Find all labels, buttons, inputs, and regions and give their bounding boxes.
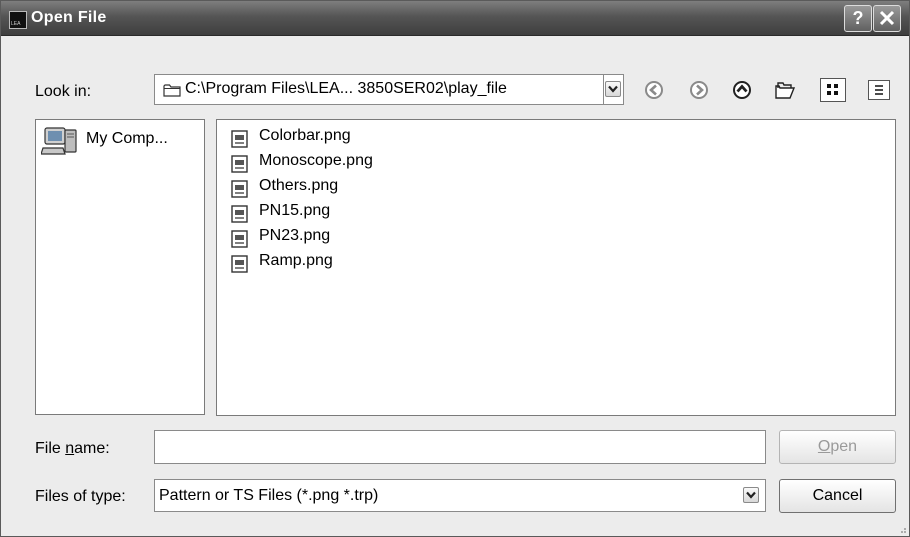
list-view-icon xyxy=(827,84,838,95)
look-in-dropdown-button[interactable] xyxy=(604,74,624,105)
places-item-label: My Comp... xyxy=(86,130,168,147)
file-name-label-part: File xyxy=(35,440,66,457)
open-button-label: pen xyxy=(830,438,858,455)
details-view-button[interactable] xyxy=(868,80,890,100)
view-menu-button[interactable] xyxy=(820,78,846,102)
cancel-button[interactable]: Cancel xyxy=(779,479,896,513)
file-name: Colorbar.png xyxy=(259,127,351,144)
up-folder-icon[interactable] xyxy=(732,80,752,100)
file-name: PN23.png xyxy=(259,227,331,244)
window-title: Open File xyxy=(31,9,107,26)
file-name: Others.png xyxy=(259,177,339,194)
image-file-icon xyxy=(231,130,248,148)
file-name: Ramp.png xyxy=(259,252,333,269)
chevron-down-icon[interactable] xyxy=(743,487,759,503)
resize-grip-icon[interactable] xyxy=(897,524,907,534)
image-file-icon xyxy=(231,155,248,173)
look-in-combo[interactable]: C:\Program Files\LEA... 3850SER02\play_f… xyxy=(154,74,604,105)
file-name: PN15.png xyxy=(259,202,331,219)
file-type-value: Pattern or TS Files (*.png *.trp) xyxy=(159,487,379,504)
image-file-icon xyxy=(231,180,248,198)
details-view-icon xyxy=(875,85,883,95)
image-file-icon xyxy=(231,255,248,273)
file-type-select[interactable]: Pattern or TS Files (*.png *.trp) xyxy=(154,479,766,512)
look-in-path: C:\Program Files\LEA... 3850SER02\play_f… xyxy=(185,80,507,97)
file-type-label: Files of type: xyxy=(35,488,126,505)
back-icon[interactable] xyxy=(644,80,664,100)
image-file-icon xyxy=(231,205,248,223)
open-file-dialog: LEA Open File ? Look in: C:\Program File… xyxy=(0,0,910,537)
close-button[interactable] xyxy=(873,5,901,32)
open-button-accel: O xyxy=(817,438,831,455)
look-in-label: Look in: xyxy=(35,83,92,100)
title-bar[interactable]: LEA Open File ? xyxy=(1,1,909,36)
my-computer-icon xyxy=(41,127,77,155)
new-folder-icon[interactable] xyxy=(775,80,795,100)
places-sidebar: My Comp... xyxy=(35,119,205,415)
folder-icon xyxy=(163,84,181,97)
image-file-icon xyxy=(231,230,248,248)
file-name-label-part: ame: xyxy=(74,440,110,457)
file-name: Monoscope.png xyxy=(259,152,373,169)
file-name-label-accel: n xyxy=(65,440,75,457)
file-list[interactable]: Colorbar.png Monoscope.png Others.png PN… xyxy=(216,119,896,416)
file-name-label: File name: xyxy=(35,440,110,458)
close-icon xyxy=(879,10,895,26)
file-name-input[interactable] xyxy=(154,430,766,464)
app-icon: LEA xyxy=(9,11,27,29)
help-button[interactable]: ? xyxy=(844,5,872,32)
forward-icon[interactable] xyxy=(689,80,709,100)
chevron-down-icon xyxy=(605,81,621,97)
open-button[interactable]: Open xyxy=(779,430,896,464)
